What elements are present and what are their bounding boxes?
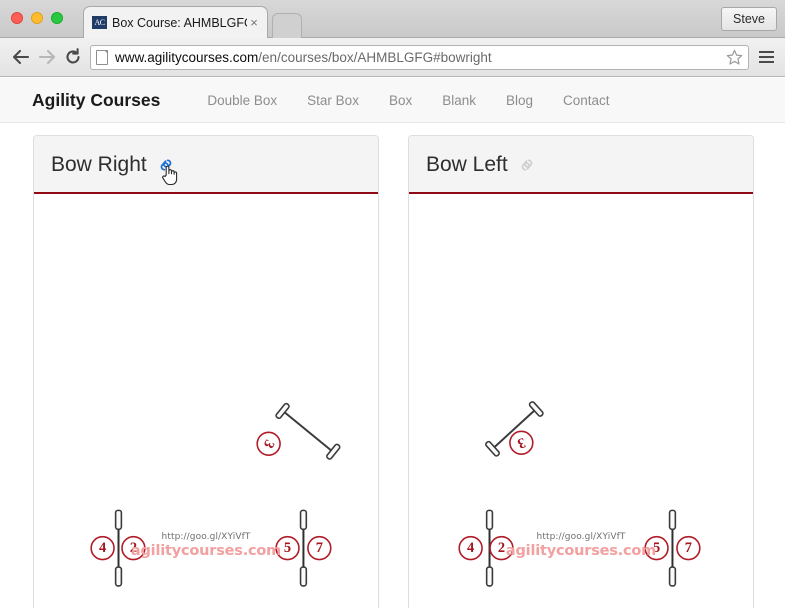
maximize-window-button[interactable] — [51, 12, 63, 24]
svg-text:4: 4 — [467, 540, 474, 556]
reload-icon[interactable] — [60, 44, 86, 70]
obstacle-jump-4-2: 4 2 — [90, 509, 146, 587]
hamburger-menu-icon[interactable] — [755, 51, 777, 63]
browser-tab[interactable]: AC Box Course: AHMBLGFG × — [83, 6, 268, 38]
browser-window: AC Box Course: AHMBLGFG × Steve www.agil… — [0, 0, 785, 608]
site-brand[interactable]: Agility Courses — [32, 90, 160, 111]
link-chain-icon[interactable] — [156, 155, 177, 185]
new-tab-button[interactable] — [272, 13, 302, 38]
card-title: Bow Right — [51, 152, 147, 176]
address-bar[interactable]: www.agilitycourses.com/en/courses/box/AH… — [90, 44, 749, 70]
nav-link-star-box[interactable]: Star Box — [292, 93, 374, 108]
menu-bar-1 — [758, 51, 774, 53]
nav-link-contact[interactable]: Contact — [548, 93, 625, 108]
close-tab-icon[interactable]: × — [247, 16, 261, 30]
tab-favicon-icon: AC — [92, 16, 107, 29]
course-diagram-bow-right: 3 4 2 5 7 http://goo.gl/XYiVfT agilityco… — [34, 194, 378, 608]
tab-strip: AC Box Course: AHMBLGFG × Steve — [0, 0, 785, 38]
tab-title: Box Course: AHMBLGFG — [112, 15, 247, 30]
minimize-window-button[interactable] — [31, 12, 43, 24]
card-header: Bow Left — [409, 136, 753, 194]
nav-link-double-box[interactable]: Double Box — [192, 93, 292, 108]
link-chain-icon[interactable] — [517, 155, 537, 175]
course-diagram-bow-left: 3 4 2 5 7 http://goo.gl/XYiVfT agilityco… — [409, 194, 753, 608]
svg-text:2: 2 — [498, 540, 505, 556]
nav-link-box[interactable]: Box — [374, 93, 427, 108]
web-page: Agility Courses Double Box Star Box Box … — [0, 78, 785, 608]
browser-toolbar: www.agilitycourses.com/en/courses/box/AH… — [0, 38, 785, 77]
window-traffic-lights — [11, 12, 63, 24]
address-bar-url: www.agilitycourses.com/en/courses/box/AH… — [115, 50, 492, 65]
course-canvas: 3 4 2 5 7 — [34, 194, 378, 608]
profile-button[interactable]: Steve — [721, 7, 777, 31]
menu-bar-3 — [758, 61, 774, 63]
bookmark-star-icon[interactable] — [726, 49, 743, 66]
obstacle-jump-3: 3 — [485, 401, 544, 457]
svg-text:5: 5 — [284, 540, 291, 556]
svg-text:7: 7 — [316, 540, 323, 556]
close-window-button[interactable] — [11, 12, 23, 24]
obstacle-jump-5-7: 5 7 — [644, 509, 701, 587]
site-nav-links: Double Box Star Box Box Blank Blog Conta… — [192, 93, 624, 108]
url-path: /en/courses/box/AHMBLGFG#bowright — [258, 49, 492, 65]
course-canvas: 3 4 2 5 7 — [409, 194, 753, 608]
course-card-bow-left: Bow Left 3 4 2 5 7 http://goo.gl/XYiVfT … — [408, 135, 754, 608]
page-document-icon — [96, 49, 108, 65]
card-title: Bow Left — [426, 152, 508, 176]
card-header: Bow Right — [34, 136, 378, 194]
course-card-bow-right: Bow Right 3 4 2 5 7 http://goo.gl/XYiVfT… — [33, 135, 379, 608]
svg-text:7: 7 — [685, 540, 692, 556]
nav-link-blog[interactable]: Blog — [491, 93, 548, 108]
obstacle-jump-3: 3 — [256, 402, 341, 460]
course-cards: Bow Right 3 4 2 5 7 http://goo.gl/XYiVfT… — [0, 123, 785, 608]
svg-text:2: 2 — [130, 540, 137, 556]
url-host: www.agilitycourses.com — [115, 49, 259, 65]
nav-link-blank[interactable]: Blank — [427, 93, 491, 108]
site-navbar: Agility Courses Double Box Star Box Box … — [0, 78, 785, 123]
menu-bar-2 — [758, 56, 774, 58]
obstacle-jump-4-2: 4 2 — [458, 509, 514, 587]
forward-arrow-icon — [34, 44, 60, 70]
svg-text:4: 4 — [99, 540, 106, 556]
obstacle-jump-5-7: 5 7 — [275, 509, 332, 587]
back-arrow-icon[interactable] — [8, 44, 34, 70]
svg-text:5: 5 — [653, 540, 660, 556]
